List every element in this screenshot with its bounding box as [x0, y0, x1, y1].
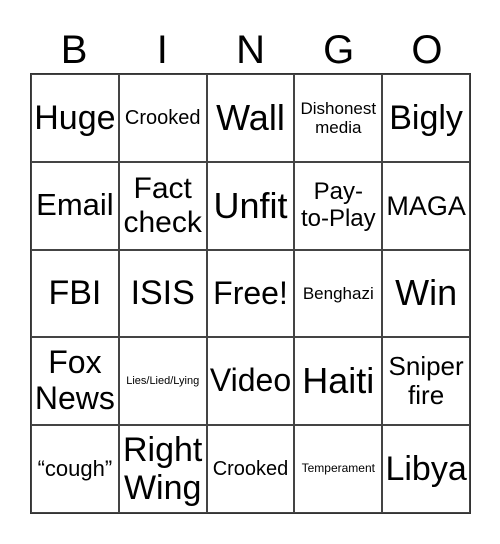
bingo-header: B I N G O — [30, 26, 471, 74]
bingo-cell[interactable]: Benghazi — [294, 249, 383, 338]
header-letter-g: G — [323, 28, 355, 72]
bingo-cell[interactable]: Libya — [382, 425, 470, 513]
bingo-cell[interactable]: Huge — [31, 74, 119, 162]
bingo-cell[interactable]: Unfit — [206, 161, 295, 250]
bingo-cell[interactable]: Dishonest media — [294, 74, 383, 162]
bingo-cell[interactable]: Fact check — [118, 161, 207, 250]
bingo-cell[interactable]: Pay- to-Play — [294, 161, 383, 250]
bingo-cell[interactable]: Temperament — [294, 425, 383, 513]
bingo-cell[interactable]: Free! — [206, 249, 295, 338]
bingo-cell[interactable]: Email — [31, 161, 119, 250]
bingo-cell[interactable]: Right Wing — [118, 425, 207, 513]
header-letter-o: O — [411, 28, 443, 72]
bingo-cell[interactable]: Crooked — [206, 425, 295, 513]
bingo-cell[interactable]: Sniper fire — [382, 337, 470, 426]
bingo-cell[interactable]: ISIS — [118, 249, 207, 338]
bingo-cell[interactable]: Bigly — [382, 74, 470, 162]
bingo-cell[interactable]: MAGA — [382, 161, 470, 250]
header-letter-i: I — [156, 28, 168, 72]
bingo-cell[interactable]: “cough” — [31, 425, 119, 513]
bingo-cell[interactable]: FBI — [31, 249, 119, 338]
bingo-cell[interactable]: Fox News — [31, 337, 119, 426]
header-letter-n: N — [236, 28, 265, 72]
bingo-cell[interactable]: Wall — [206, 74, 295, 162]
bingo-cell[interactable]: Win — [382, 249, 470, 338]
bingo-cell[interactable]: Lies/Lied/Lying — [118, 337, 207, 426]
bingo-cell[interactable]: Haiti — [294, 337, 383, 426]
header-letter-b: B — [60, 28, 88, 72]
bingo-cell[interactable]: Crooked — [118, 74, 207, 162]
bingo-grid: Huge Crooked Wall Dishonest media Bigly … — [30, 73, 471, 514]
bingo-cell[interactable]: Video — [206, 337, 295, 426]
